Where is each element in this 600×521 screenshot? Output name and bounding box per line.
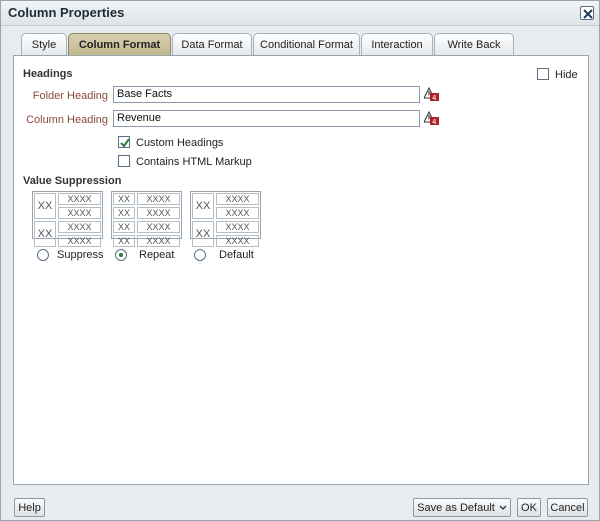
grid-cell: XXXX xyxy=(137,207,180,219)
radio-default[interactable] xyxy=(194,249,206,261)
grid-cell: XXXX xyxy=(216,207,259,219)
grid-cell: XXXX xyxy=(58,207,101,219)
warning-icon[interactable]: 4 xyxy=(424,87,440,101)
grid-cell: XXXX xyxy=(216,221,259,233)
save-as-default-button[interactable]: Save as Default xyxy=(413,498,511,517)
tab-panel: Headings Hide Folder Heading Base Facts … xyxy=(13,55,589,485)
radio-suppress-label: Suppress xyxy=(57,249,104,261)
cancel-button[interactable]: Cancel xyxy=(547,498,588,517)
radio-repeat[interactable] xyxy=(115,249,127,261)
grid-cell: XX xyxy=(113,235,135,247)
custom-headings-label: Custom Headings xyxy=(136,137,224,149)
grid-cell: XXXX xyxy=(216,193,259,205)
grid-cell: XX xyxy=(113,207,135,219)
repeat-example-grid: XX XXXX XX XXXX XX XXXX XX XXXX xyxy=(111,191,182,247)
grid-cell: XX xyxy=(192,193,214,219)
tab-interaction[interactable]: Interaction xyxy=(361,33,433,55)
grid-cell: XX xyxy=(113,193,135,205)
dialog-title: Column Properties xyxy=(8,5,125,20)
tab-data-format[interactable]: Data Format xyxy=(172,33,252,55)
grid-cell: XX xyxy=(192,221,214,247)
value-suppression-title: Value Suppression xyxy=(23,175,122,187)
hide-label: Hide xyxy=(555,69,578,81)
suppress-example-grid: XX XXXX XXXX XX XXXX XXXX xyxy=(32,191,103,247)
close-icon xyxy=(583,9,593,19)
folder-heading-input[interactable]: Base Facts xyxy=(113,86,420,103)
radio-default-label: Default xyxy=(219,249,254,261)
grid-cell: XXXX xyxy=(137,235,180,247)
radio-repeat-label: Repeat xyxy=(139,249,175,261)
headings-title: Headings xyxy=(23,68,73,80)
radio-suppress[interactable] xyxy=(37,249,49,261)
title-bar: Column Properties xyxy=(1,1,599,26)
html-markup-checkbox[interactable] xyxy=(118,155,130,167)
grid-cell: XX xyxy=(34,193,56,219)
ok-button[interactable]: OK xyxy=(517,498,541,517)
checkmark-icon xyxy=(120,138,130,148)
tab-style[interactable]: Style xyxy=(21,33,67,55)
custom-headings-checkbox[interactable] xyxy=(118,136,130,148)
folder-heading-label: Folder Heading xyxy=(32,90,108,102)
help-button[interactable]: Help xyxy=(14,498,45,517)
svg-text:4: 4 xyxy=(432,118,437,125)
column-heading-label: Column Heading xyxy=(26,114,108,126)
grid-cell: XXXX xyxy=(58,221,101,233)
close-button[interactable] xyxy=(580,6,594,20)
column-heading-input[interactable]: Revenue xyxy=(113,110,420,127)
chevron-down-icon xyxy=(499,505,507,510)
column-properties-dialog: Column Properties Style Column Format Da… xyxy=(0,0,600,521)
tab-column-format[interactable]: Column Format xyxy=(68,33,171,56)
tab-conditional-format[interactable]: Conditional Format xyxy=(253,33,360,55)
grid-cell: XX xyxy=(113,221,135,233)
grid-cell: XXXX xyxy=(58,235,101,247)
grid-cell: XX xyxy=(34,221,56,247)
hide-checkbox[interactable] xyxy=(537,68,549,80)
save-as-default-label: Save as Default xyxy=(417,501,495,514)
svg-text:4: 4 xyxy=(432,94,437,101)
warning-icon[interactable]: 4 xyxy=(424,111,440,125)
default-example-grid: XX XXXX XXXX XX XXXX XXXX xyxy=(190,191,261,247)
grid-cell: XXXX xyxy=(58,193,101,205)
grid-cell: XXXX xyxy=(137,193,180,205)
grid-cell: XXXX xyxy=(137,221,180,233)
html-markup-label: Contains HTML Markup xyxy=(136,156,252,168)
grid-cell: XXXX xyxy=(216,235,259,247)
tab-write-back[interactable]: Write Back xyxy=(434,33,514,55)
